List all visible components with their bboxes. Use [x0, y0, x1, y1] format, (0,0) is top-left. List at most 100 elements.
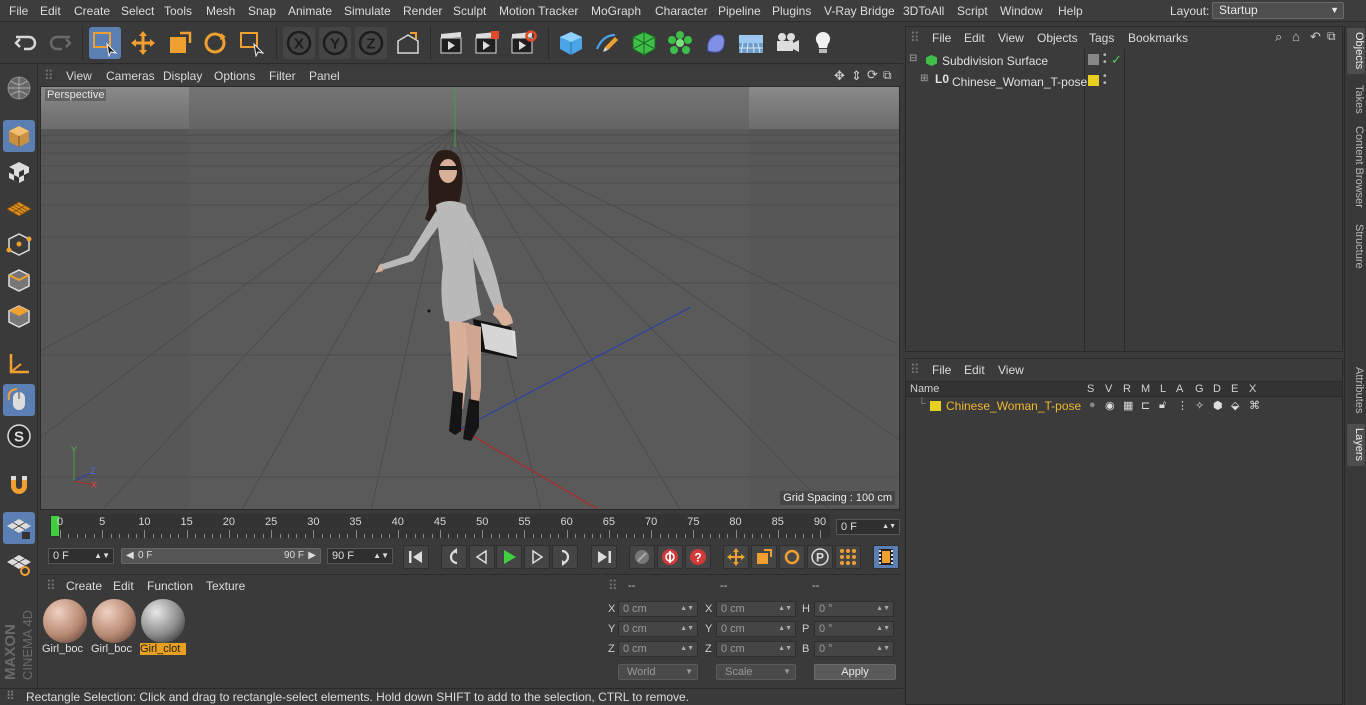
col-expressions[interactable]: E: [1231, 383, 1238, 395]
tab-structure[interactable]: Structure: [1347, 220, 1365, 272]
cloner-icon[interactable]: [664, 27, 696, 59]
layer-row[interactable]: └ Chinese_Woman_T-pose ● ◉ ▦ ⊏ 🔓︎ ⋮ ✧ ⬢ …: [906, 398, 1342, 414]
next-frame-icon[interactable]: [524, 545, 550, 569]
render-view-icon[interactable]: [436, 27, 468, 59]
spin-arrows-icon[interactable]: ▲▼: [778, 642, 792, 656]
visibility-dots-icon[interactable]: • •: [1103, 51, 1107, 68]
menu-window[interactable]: Window: [1000, 4, 1043, 18]
menu-motion-tracker[interactable]: Motion Tracker: [499, 4, 578, 18]
lm-menu-view[interactable]: View: [998, 363, 1024, 377]
home-icon[interactable]: ⌂: [1292, 29, 1300, 44]
menu-mograph[interactable]: MoGraph: [591, 4, 641, 18]
menu-render[interactable]: Render: [403, 4, 442, 18]
current-frame-field[interactable]: 0 F ▲▼: [836, 519, 900, 535]
menu-edit[interactable]: Edit: [40, 4, 61, 18]
material-swatch[interactable]: Girl_boc: [42, 599, 88, 659]
lm-menu-edit[interactable]: Edit: [964, 363, 985, 377]
col-render[interactable]: R: [1123, 383, 1131, 395]
menu-3dtoall[interactable]: 3DToAll: [903, 4, 944, 18]
perspective-viewport[interactable]: Y Z X Perspective Grid Spacing : 100 cm: [40, 86, 900, 510]
size-z-field[interactable]: 0 cm ▲▼: [716, 641, 796, 657]
viewport-menu-cameras[interactable]: Cameras: [106, 69, 155, 83]
spin-arrows-icon[interactable]: ▲▼: [680, 602, 694, 616]
enabled-check-icon[interactable]: ✓: [1111, 52, 1122, 68]
tweak-mode-icon[interactable]: [3, 384, 35, 416]
material-swatch[interactable]: Girl_boc: [91, 599, 137, 659]
cube-icon[interactable]: [555, 27, 587, 59]
expand-icon[interactable]: ⊞: [920, 73, 928, 84]
coordinate-system-icon[interactable]: [392, 27, 424, 59]
floor-icon[interactable]: [735, 27, 767, 59]
viewport-menu-view[interactable]: View: [66, 69, 92, 83]
timeline-ruler[interactable]: 0 5 10 15 20 25 30 35 40 45 50 55 60 65 70 75 80 85 90: [50, 514, 830, 538]
col-name[interactable]: Name: [910, 383, 939, 395]
axis-mode-icon[interactable]: [3, 348, 35, 380]
deformer-toggle-icon[interactable]: ⬢: [1213, 399, 1223, 412]
material-swatch-selected[interactable]: Girl_clot: [140, 599, 186, 659]
spin-arrows-icon[interactable]: ▲▼: [680, 642, 694, 656]
menu-character[interactable]: Character: [655, 4, 708, 18]
col-solo[interactable]: S: [1087, 383, 1094, 395]
rectangle-select-icon[interactable]: [89, 27, 121, 59]
layer-color-swatch[interactable]: [1088, 75, 1099, 86]
viewport-menu-options[interactable]: Options: [214, 69, 255, 83]
y-axis-icon[interactable]: Y: [319, 27, 351, 59]
col-animation[interactable]: A: [1176, 383, 1183, 395]
material-menu-edit[interactable]: Edit: [113, 579, 134, 593]
menu-vray-bridge[interactable]: V-Ray Bridge: [824, 4, 895, 18]
x-axis-icon[interactable]: X: [283, 27, 315, 59]
play-icon[interactable]: [496, 545, 522, 569]
record-disabled-icon[interactable]: [629, 545, 655, 569]
redo-icon[interactable]: [44, 27, 76, 59]
pos-y-field[interactable]: 0 cm ▲▼: [618, 621, 698, 637]
spin-arrows-icon[interactable]: ▲▼: [876, 642, 890, 656]
tab-attributes[interactable]: Attributes: [1347, 360, 1365, 420]
snap-magnet-icon[interactable]: [3, 468, 35, 500]
timeline[interactable]: 0 5 10 15 20 25 30 35 40 45 50 55 60 65 70 75 80 85 90 0 F…: [40, 512, 900, 542]
z-axis-icon[interactable]: Z: [355, 27, 387, 59]
eye-icon[interactable]: ◉: [1105, 399, 1115, 412]
range-left-arrow-icon[interactable]: ◀: [126, 550, 134, 561]
solo-toggle-icon[interactable]: ●: [1089, 399, 1096, 411]
previous-frame-icon[interactable]: [469, 545, 495, 569]
object-row-subdivision[interactable]: ⊟ Subdivision Surface • • ✓: [906, 51, 1342, 71]
col-generators[interactable]: G: [1195, 383, 1204, 395]
spin-arrows-icon[interactable]: ▲▼: [882, 520, 896, 534]
scale-icon[interactable]: [164, 27, 196, 59]
om-menu-tags[interactable]: Tags: [1089, 31, 1114, 45]
xref-icon[interactable]: ⌘: [1249, 399, 1260, 412]
previous-key-icon[interactable]: [441, 545, 467, 569]
expression-icon[interactable]: ⬙: [1231, 399, 1239, 412]
om-menu-objects[interactable]: Objects: [1037, 31, 1078, 45]
render-picture-viewer-icon[interactable]: [471, 27, 503, 59]
col-view[interactable]: V: [1105, 383, 1112, 395]
spin-arrows-icon[interactable]: ▲▼: [94, 549, 110, 563]
autokey-icon[interactable]: ?: [685, 545, 711, 569]
record-keys-icon[interactable]: [657, 545, 683, 569]
col-manager[interactable]: M: [1141, 383, 1150, 395]
tab-content-browser[interactable]: Content Browser: [1347, 122, 1365, 212]
spin-arrows-icon[interactable]: ▲▼: [778, 602, 792, 616]
menu-script[interactable]: Script: [957, 4, 988, 18]
tab-objects[interactable]: Objects: [1347, 28, 1365, 74]
move-icon[interactable]: [127, 27, 159, 59]
back-icon[interactable]: ↶: [1310, 29, 1321, 45]
search-icon[interactable]: ⌕: [1275, 29, 1282, 45]
spin-arrows-icon[interactable]: ▲▼: [778, 622, 792, 636]
rot-b-field[interactable]: 0 ° ▲▼: [814, 641, 894, 657]
col-deformers[interactable]: D: [1213, 383, 1221, 395]
viewport-zoom-icon[interactable]: ⇕: [851, 68, 862, 84]
material-menu-texture[interactable]: Texture: [206, 579, 245, 593]
coordinate-mode-dropdown[interactable]: World ▼: [618, 664, 698, 680]
size-mode-dropdown[interactable]: Scale ▼: [716, 664, 796, 680]
viewport-menu-display[interactable]: Display: [163, 69, 202, 83]
menu-file[interactable]: File: [9, 4, 28, 18]
preview-range-slider[interactable]: ◀ 0 F 90 F ▶: [121, 548, 321, 564]
size-y-field[interactable]: 0 cm ▲▼: [716, 621, 796, 637]
pos-z-field[interactable]: 0 cm ▲▼: [618, 641, 698, 657]
solo-icon[interactable]: S: [3, 420, 35, 452]
lock-icon[interactable]: 🔓︎: [1159, 399, 1166, 412]
material-menu-function[interactable]: Function: [147, 579, 193, 593]
edges-mode-icon[interactable]: [3, 264, 35, 296]
camera-icon[interactable]: [771, 27, 803, 59]
